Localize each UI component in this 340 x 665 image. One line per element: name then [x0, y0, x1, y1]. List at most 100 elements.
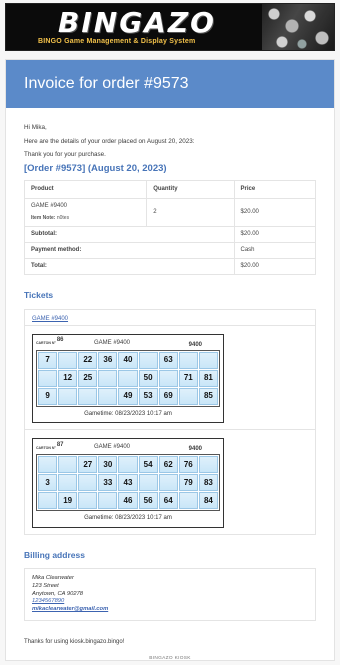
billing-city: Anytown, CA 90278	[32, 590, 84, 597]
bingo-square: 9	[38, 387, 58, 405]
carton-label: CARTON N°	[36, 445, 56, 450]
item-note-value: n0tes	[56, 214, 70, 221]
col-quantity: Quantity	[146, 180, 235, 199]
bingo-square: 36	[98, 351, 118, 369]
tickets-heading: Tickets	[24, 290, 54, 300]
total-row: Total: $20.00	[24, 258, 317, 275]
bingo-square: 84	[198, 492, 218, 509]
brand-banner: BINGAZO BINGO Game Management & Display …	[5, 3, 335, 51]
item-note-label: Item Note:	[31, 214, 56, 221]
bingo-square	[178, 387, 198, 405]
bingo-square: 22	[78, 351, 98, 369]
game-row: GAME #9400	[25, 310, 315, 326]
footer-text: BINGAZO KIOSK	[149, 656, 191, 661]
bingo-square	[58, 456, 78, 473]
brand-logo-title: BINGAZO	[58, 6, 216, 39]
bingo-grid: 7 22 36 40 63 12 25 50 71 81 9 49 53 69 85	[36, 349, 220, 407]
bingo-square	[118, 456, 138, 473]
bingo-square: 83	[198, 474, 218, 491]
bingo-card: CARTON N° 87 GAME #9400 9400 27 30 54 62 76 3 33 43…	[32, 438, 224, 528]
bingo-square	[38, 492, 58, 509]
bingo-square	[58, 351, 78, 369]
intro-text: Here are the details of your order place…	[24, 137, 195, 145]
bingo-square: 46	[118, 492, 138, 509]
card-game-id: 9400	[188, 341, 202, 348]
subtotal-row: Subtotal: $20.00	[24, 226, 317, 243]
bingo-square: 79	[178, 474, 198, 491]
product-name: GAME #9400	[31, 203, 68, 209]
bingo-square	[198, 456, 218, 473]
greeting: Hi Mika,	[24, 124, 47, 131]
brand-subtitle: BINGO Game Management & Display System	[38, 38, 196, 45]
payment-row: Payment method: Cash	[24, 242, 317, 259]
bingo-square	[58, 474, 78, 491]
bingo-square	[138, 351, 158, 369]
col-price: Price	[233, 180, 317, 199]
price-cell: $20.00	[233, 198, 317, 227]
email-body: Hi Mika, Here are the details of your or…	[6, 108, 334, 660]
bingo-square	[78, 474, 98, 491]
bingo-square: 64	[158, 492, 178, 509]
billing-street: 123 Street	[32, 582, 59, 589]
bingo-square	[138, 474, 158, 491]
bingo-square: 12	[58, 369, 78, 387]
bingo-square	[178, 351, 198, 369]
bingo-balls-image	[262, 4, 334, 50]
thanks-text: Thank you for your purchase.	[24, 151, 106, 158]
order-heading-link[interactable]: [Order #9573] (August 20, 2023)	[24, 163, 316, 175]
gametime: Gametime: 08/23/2023 10:17 am	[84, 515, 172, 521]
tickets-box: GAME #9400 CARTON N° 86 GAME #9400 9400 7 22 3…	[24, 308, 316, 535]
bingo-square: 85	[198, 387, 218, 405]
billing-address: Mika Clearwater 123 Street Anytown, CA 9…	[24, 568, 316, 621]
bingo-square: 63	[158, 351, 178, 369]
card-game-name: GAME #9400	[94, 339, 131, 346]
game-link[interactable]: GAME #9400	[32, 316, 68, 322]
ticket-cell: CARTON N° 86 GAME #9400 9400 7 22 36 40 63 12 25 50…	[25, 326, 315, 430]
total-value: $20.00	[233, 258, 317, 275]
bingo-card: CARTON N° 86 GAME #9400 9400 7 22 36 40 63 12 25 50…	[32, 333, 224, 423]
invoice-title: Invoice for order #9573	[6, 60, 334, 108]
gametime: Gametime: 08/23/2023 10:17 am	[84, 410, 172, 417]
bingo-square: 54	[138, 456, 158, 473]
carton-label: CARTON N°	[36, 341, 56, 345]
payment-label: Payment method:	[24, 242, 235, 259]
billing-email-link[interactable]: mikaclearwater@gmail.com	[32, 606, 308, 614]
total-label: Total:	[24, 258, 235, 275]
bingo-grid: 27 30 54 62 76 3 33 43 79 83 19 46 56 64 84	[36, 454, 220, 511]
carton-number: 86	[56, 337, 64, 343]
bingo-square: 62	[158, 456, 178, 473]
invoice-email: Invoice for order #9573 Hi Mika, Here ar…	[5, 59, 335, 662]
order-items-table: Product Quantity Price GAME #9400 Item N…	[23, 180, 317, 275]
table-row: GAME #9400 Item Note: n0tes 2 $20.00	[23, 198, 317, 227]
bingo-square: 69	[158, 387, 178, 405]
bingo-square: 53	[138, 387, 158, 405]
bingo-square	[38, 369, 58, 387]
bingo-square: 33	[98, 474, 118, 491]
payment-value: Cash	[233, 242, 317, 259]
product-cell: GAME #9400 Item Note: n0tes	[23, 198, 148, 227]
col-product: Product	[23, 180, 148, 199]
bingo-square: 27	[78, 456, 98, 473]
ticket-cell: CARTON N° 87 GAME #9400 9400 27 30 54 62 76 3 33 43…	[25, 430, 315, 534]
billing-phone-link[interactable]: 1234567890	[32, 598, 308, 606]
bingo-square: 25	[78, 369, 98, 387]
card-header: CARTON N° 86 GAME #9400 9400	[36, 337, 220, 350]
bingo-square	[118, 369, 138, 387]
card-game-name: GAME #9400	[94, 444, 131, 450]
bingo-square: 71	[178, 369, 198, 387]
bingo-square	[158, 369, 178, 387]
quantity-cell: 2	[146, 198, 235, 227]
bingo-square	[38, 456, 58, 473]
bingo-square	[98, 369, 118, 387]
bingo-square	[78, 492, 98, 509]
bingo-square: 76	[178, 456, 198, 473]
bingo-square	[98, 387, 118, 405]
bingo-square: 43	[118, 474, 138, 491]
bingo-square	[78, 387, 98, 405]
item-note: Item Note: n0tes	[31, 213, 140, 225]
bingo-square	[178, 492, 198, 509]
bingo-square	[58, 387, 78, 405]
bingo-square: 3	[38, 474, 58, 491]
bingo-square	[198, 351, 218, 369]
bingo-square	[158, 474, 178, 491]
